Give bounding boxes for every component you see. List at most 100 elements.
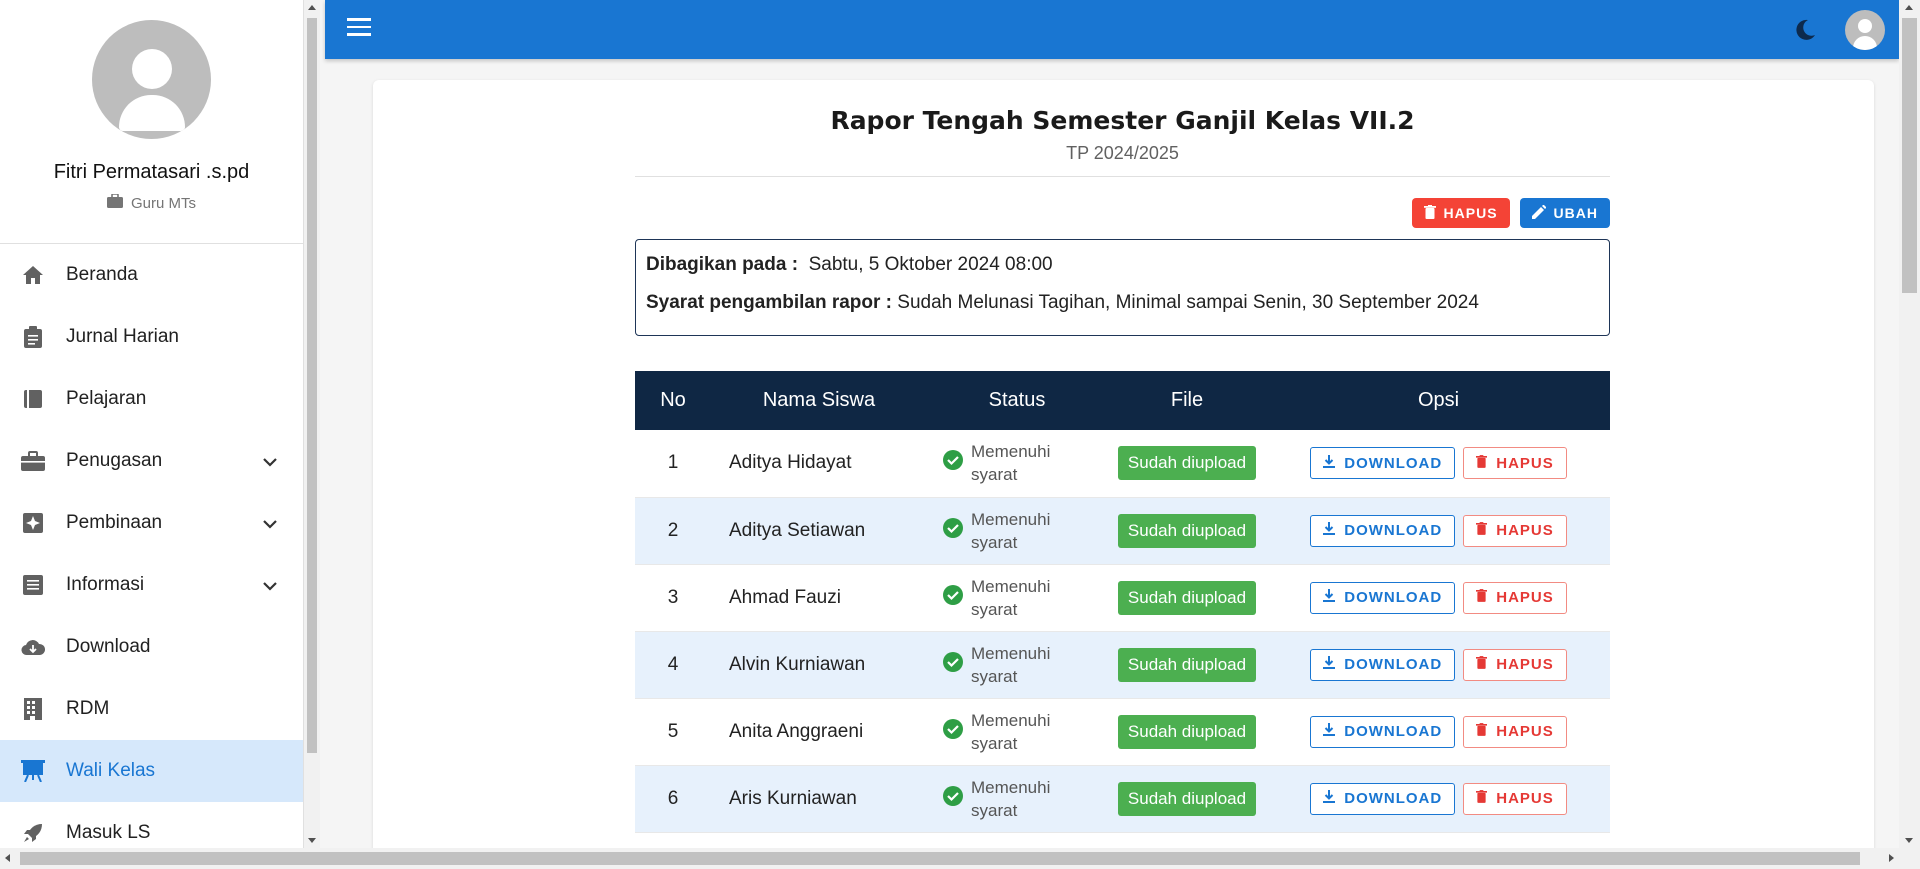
sidebar-item-penugasan[interactable]: Penugasan xyxy=(0,430,303,492)
download-icon xyxy=(1323,589,1336,606)
download-label: DOWNLOAD xyxy=(1344,656,1443,673)
delete-label: HAPUS xyxy=(1496,454,1554,472)
file-status-badge: Sudah diupload xyxy=(1117,513,1257,548)
sidebar-item-wali-kelas[interactable]: Wali Kelas xyxy=(0,740,303,802)
download-icon xyxy=(1323,454,1336,472)
sidebar-item-label: Penugasan xyxy=(66,450,163,471)
sidebar-item-pembinaan[interactable]: Pembinaan xyxy=(0,492,303,554)
column-header-options: Opsi xyxy=(1417,389,1460,411)
profile-section: Fitri Permatasari .s.pd Guru MTs xyxy=(0,0,303,244)
download-button[interactable]: DOWNLOAD xyxy=(1310,648,1456,681)
page-subtitle: TP 2024/2025 xyxy=(1066,143,1179,163)
student-name: Aris Kurniawan xyxy=(729,787,857,809)
status-line-1: Memenuhi xyxy=(971,509,1051,529)
sidebar-item-informasi[interactable]: Informasi xyxy=(0,554,303,616)
column-header-file: File xyxy=(1170,389,1204,411)
status-line-2: syarat xyxy=(971,666,1018,686)
home-icon xyxy=(20,262,46,288)
delete-row-button[interactable]: HAPUS xyxy=(1463,715,1567,748)
file-status-badge: Sudah diupload xyxy=(1117,714,1257,749)
download-icon xyxy=(1323,656,1336,673)
status-line-2: syarat xyxy=(971,532,1018,552)
divider xyxy=(635,176,1610,177)
horizontal-scrollbar[interactable] xyxy=(0,848,1920,869)
delete-report-button[interactable]: HAPUS xyxy=(1411,198,1510,228)
download-button[interactable]: DOWNLOAD xyxy=(1310,715,1456,748)
check-circle-icon xyxy=(943,584,963,611)
rocket-icon xyxy=(20,820,46,846)
profile-role-text: Guru MTs xyxy=(130,194,196,212)
row-number: 6 xyxy=(667,787,679,809)
sidebar-item-label: Masuk LS xyxy=(66,822,151,843)
requirement-label: Syarat pengambilan rapor : xyxy=(646,292,893,313)
account-avatar-icon[interactable] xyxy=(1845,10,1885,50)
briefcase-icon xyxy=(106,193,123,212)
download-button[interactable]: DOWNLOAD xyxy=(1310,447,1456,480)
page-scrollbar-thumb[interactable] xyxy=(1902,18,1917,293)
row-number: 3 xyxy=(667,586,679,608)
student-report-table: No Nama Siswa Status File Opsi 1 Aditya H… xyxy=(635,371,1610,860)
list-icon xyxy=(20,572,46,598)
delete-row-button[interactable]: HAPUS xyxy=(1463,648,1567,681)
status-line-2: syarat xyxy=(971,599,1018,619)
sidebar-item-download[interactable]: Download xyxy=(0,616,303,678)
delete-row-button[interactable]: HAPUS xyxy=(1463,782,1567,815)
sidebar: Fitri Permatasari .s.pd Guru MTs Beranda… xyxy=(0,0,304,848)
sidebar-item-rdm[interactable]: RDM xyxy=(0,678,303,740)
dark-mode-toggle-icon[interactable] xyxy=(1792,17,1818,48)
check-circle-icon xyxy=(943,718,963,745)
delete-label: HAPUS xyxy=(1496,723,1554,740)
status-text: Memenuhi syarat xyxy=(971,709,1050,755)
sparkle-box-icon xyxy=(20,510,46,536)
horizontal-scrollbar-thumb[interactable] xyxy=(20,852,1860,865)
menu-icon[interactable] xyxy=(347,18,371,38)
column-header-no: No xyxy=(660,389,686,411)
page-scrollbar[interactable] xyxy=(1899,0,1920,848)
table-row: 3 Ahmad Fauzi Memenuhi syarat Sudah diupload… xyxy=(635,564,1610,631)
trash-icon xyxy=(1476,589,1488,606)
sidebar-item-pelajaran[interactable]: Pelajaran xyxy=(0,368,303,430)
status-line-1: Memenuhi xyxy=(971,442,1051,462)
check-circle-icon xyxy=(943,785,963,812)
top-app-bar xyxy=(325,0,1899,59)
delete-label: HAPUS xyxy=(1496,656,1554,673)
download-button[interactable]: DOWNLOAD xyxy=(1310,514,1456,547)
delete-row-button[interactable]: HAPUS xyxy=(1463,514,1567,547)
student-name: Anita Anggraeni xyxy=(729,720,864,742)
delete-row-button[interactable]: HAPUS xyxy=(1463,447,1567,480)
sidebar-item-jurnal-harian[interactable]: Jurnal Harian xyxy=(0,306,303,368)
download-label: DOWNLOAD xyxy=(1344,522,1443,539)
status-line-2: syarat xyxy=(971,733,1018,753)
clipboard-icon xyxy=(20,324,46,350)
requirement-value: Sudah Melunasi Tagihan, Minimal sampai S… xyxy=(897,292,1479,313)
column-header-name: Nama Siswa xyxy=(762,389,876,411)
sidebar-item-label: Jurnal Harian xyxy=(66,326,179,347)
delete-row-button[interactable]: HAPUS xyxy=(1463,581,1567,614)
sidebar-scrollbar-thumb[interactable] xyxy=(307,18,317,753)
download-button[interactable]: DOWNLOAD xyxy=(1310,782,1456,815)
file-status-badge: Sudah diupload xyxy=(1117,446,1257,481)
status-text: Memenuhi syarat xyxy=(971,642,1050,688)
table-row: 6 Aris Kurniawan Memenuhi syarat Sudah diupl… xyxy=(635,765,1610,832)
download-button[interactable]: DOWNLOAD xyxy=(1310,581,1456,614)
presentation-icon xyxy=(20,758,46,784)
delete-label: HAPUS xyxy=(1496,589,1554,606)
trash-icon xyxy=(1476,656,1488,673)
sidebar-scrollbar[interactable] xyxy=(304,0,320,848)
table-row: 5 Anita Anggraeni Memenuhi syarat Sudah diup… xyxy=(635,698,1610,765)
trash-icon xyxy=(1476,790,1488,807)
file-status-badge: Sudah diupload xyxy=(1117,647,1257,682)
distribution-info-box: Dibagikan pada : Sabtu, 5 Oktober 2024 0… xyxy=(635,239,1610,336)
table-row: 2 Aditya Setiawan Memenuhi syarat Sudah diup… xyxy=(635,497,1610,564)
shared-date-value: Sabtu, 5 Oktober 2024 08:00 xyxy=(808,254,1053,275)
trash-icon xyxy=(1476,454,1488,472)
row-number: 1 xyxy=(667,452,679,474)
sidebar-item-beranda[interactable]: Beranda xyxy=(0,244,303,306)
edit-report-label: UBAH xyxy=(1553,205,1598,221)
edit-report-button[interactable]: UBAH xyxy=(1519,198,1610,228)
student-name: Ahmad Fauzi xyxy=(729,586,841,608)
sidebar-item-label: Pelajaran xyxy=(66,388,147,409)
download-icon xyxy=(1323,522,1336,539)
sidebar-item-masuk-ls[interactable]: Masuk LS xyxy=(0,802,303,848)
table-row: 4 Alvin Kurniawan Memenuhi syarat Sudah diup… xyxy=(635,631,1610,698)
